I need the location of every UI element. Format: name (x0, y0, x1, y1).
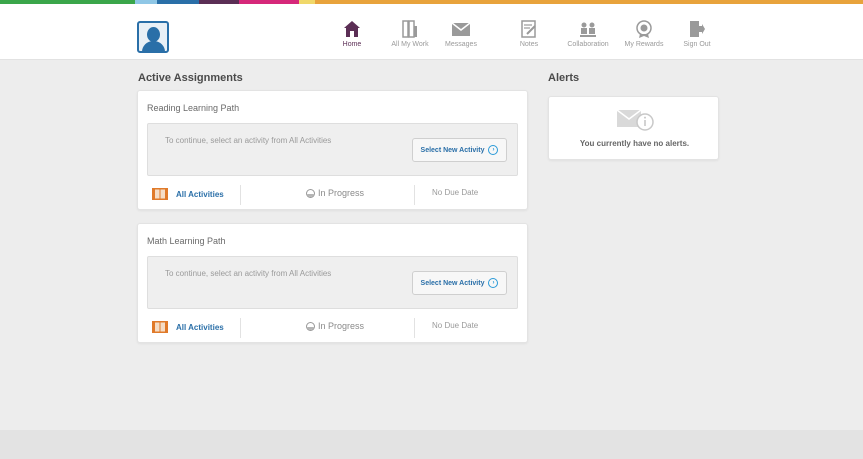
nav-label-sign-out: Sign Out (683, 41, 711, 48)
nav-notes[interactable]: Notes (499, 20, 559, 48)
progress-label: In Progress (318, 188, 365, 198)
bottom-bar (0, 430, 863, 459)
alerts-title: Alerts (548, 72, 580, 84)
select-new-activity-label: Select New Activity (420, 146, 485, 154)
progress-icon (306, 321, 315, 331)
avatar[interactable] (137, 21, 169, 53)
nav-messages[interactable]: Messages (431, 20, 491, 48)
all-activities-link[interactable]: All Activities (176, 323, 224, 332)
rewards-icon (636, 20, 652, 38)
top-navigation-bar: Home All My Work Messages Notes Collabor… (0, 4, 863, 60)
progress-icon (306, 188, 315, 198)
divider (414, 185, 415, 205)
book-icon (152, 188, 168, 200)
nav-my-rewards[interactable]: My Rewards (614, 20, 674, 48)
card-title: Math Learning Path (147, 236, 226, 246)
nav-collaboration[interactable]: Collaboration (558, 20, 618, 48)
home-icon (344, 21, 360, 37)
sign-out-icon (690, 21, 705, 37)
assignment-card-math: Math Learning Path To continue, select a… (137, 223, 528, 343)
chevron-down-icon: › (488, 145, 499, 155)
nav-label-notes: Notes (519, 41, 539, 48)
chevron-down-icon: › (488, 278, 499, 288)
messages-icon (451, 22, 471, 36)
nav-label-home: Home (342, 41, 362, 48)
divider (240, 185, 241, 205)
nav-label-my-rewards: My Rewards (624, 41, 664, 48)
nav-sign-out[interactable]: Sign Out (667, 20, 727, 48)
instruction-text: To continue, select an activity from All… (165, 136, 332, 145)
progress-status: In Progress (306, 321, 364, 331)
card-footer: All Activities In Progress No Due Date (138, 183, 528, 205)
due-date: No Due Date (432, 321, 479, 330)
work-icon (402, 20, 417, 38)
notes-icon (521, 20, 536, 38)
instruction-text: To continue, select an activity from All… (165, 269, 332, 278)
nav-home[interactable]: Home (322, 20, 382, 48)
select-new-activity-button[interactable]: Select New Activity › (412, 138, 507, 162)
activity-panel: To continue, select an activity from All… (147, 123, 518, 176)
nav-label-messages: Messages (445, 41, 477, 48)
card-footer: All Activities In Progress No Due Date (138, 316, 528, 338)
nav-label-collaboration: Collaboration (567, 41, 609, 48)
progress-status: In Progress (306, 188, 364, 198)
envelope-alert-icon (616, 109, 654, 131)
select-new-activity-button[interactable]: Select New Activity › (412, 271, 507, 295)
assignment-card-reading: Reading Learning Path To continue, selec… (137, 90, 528, 210)
progress-label: In Progress (318, 321, 365, 331)
due-date: No Due Date (432, 188, 479, 197)
book-icon (152, 321, 168, 333)
activity-panel: To continue, select an activity from All… (147, 256, 518, 309)
collaboration-icon (580, 22, 596, 37)
select-new-activity-label: Select New Activity (420, 279, 485, 287)
active-assignments-title: Active Assignments (138, 72, 243, 84)
divider (240, 318, 241, 338)
alerts-card: You currently have no alerts. (548, 96, 719, 160)
all-activities-link[interactable]: All Activities (176, 190, 224, 199)
main-content: Active Assignments Reading Learning Path… (0, 60, 863, 430)
divider (414, 318, 415, 338)
card-title: Reading Learning Path (147, 103, 240, 113)
no-alerts-message: You currently have no alerts. (579, 139, 690, 148)
